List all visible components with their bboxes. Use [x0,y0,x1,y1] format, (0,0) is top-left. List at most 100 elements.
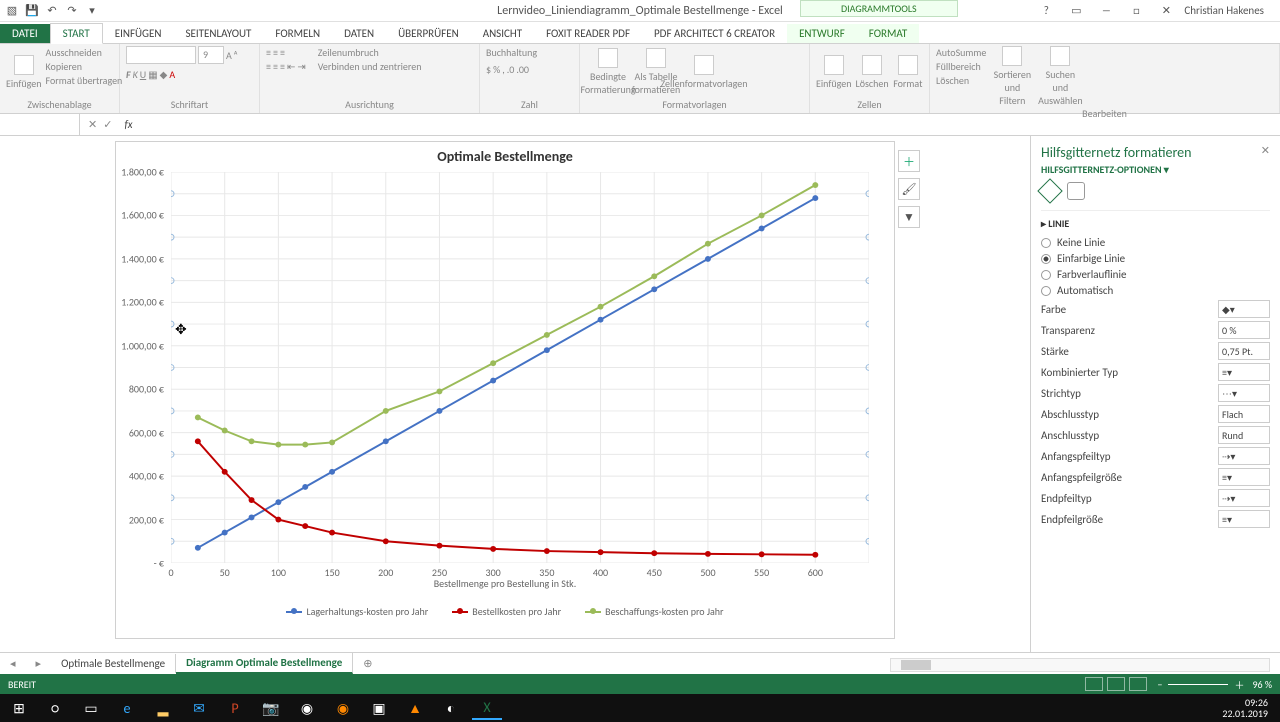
begin-arrow-select[interactable]: ⇢▾ [1218,447,1270,465]
align-bot-icon[interactable]: ≡ [280,46,285,59]
excel-task-icon[interactable]: X [472,696,502,720]
worksheet-area[interactable]: Optimale Bestellmenge ＋ 🖌 ▼ - €200,00 €4… [0,136,1030,652]
maximize-icon[interactable]: □ [1124,4,1148,17]
start-button[interactable]: ⊞ [4,696,34,720]
sheet-tab-2[interactable]: Diagramm Optimale Bestellmenge [176,653,353,674]
radio-farbverlauflinie[interactable]: Farbverlauflinie [1041,268,1270,281]
tab-start[interactable]: START [50,23,103,44]
chart-styles-button[interactable]: 🖌 [898,178,920,200]
indent-inc-icon[interactable]: ⇥ [297,60,305,73]
undo-icon[interactable]: ↶ [44,3,60,19]
sheet-nav-prev[interactable]: ◂ [0,657,26,670]
clock-date[interactable]: 22.01.2019 [1222,708,1268,719]
align-left-icon[interactable]: ≡ [266,60,271,73]
sheet-nav-next[interactable]: ▸ [26,657,52,670]
tab-pagelayout[interactable]: SEITENLAYOUT [173,24,263,43]
percent-icon[interactable]: % [493,63,500,76]
autosum-button[interactable]: AutoSumme [936,46,986,59]
chart-elements-button[interactable]: ＋ [898,150,920,172]
pane-close-icon[interactable]: ✕ [1261,144,1270,157]
new-sheet-button[interactable]: ⊕ [353,657,382,670]
tab-review[interactable]: ÜBERPRÜFEN [386,24,471,43]
vlc-icon[interactable]: ▲ [400,696,430,720]
obs-icon[interactable]: ◐ [436,696,466,720]
paste-button[interactable]: Einfügen [6,46,42,98]
name-box[interactable] [0,114,80,135]
fill-line-tab-icon[interactable] [1037,178,1062,203]
delete-cells-button[interactable]: Löschen [856,46,889,98]
dash-select[interactable]: ⋯▾ [1218,384,1270,402]
transparency-input[interactable]: 0 % [1218,321,1270,339]
shrink-font-icon[interactable]: ᴬ [234,49,238,62]
width-input[interactable]: 0,75 Pt. [1218,342,1270,360]
compound-select[interactable]: ≡▾ [1218,363,1270,381]
view-break-icon[interactable] [1129,677,1147,691]
radio-automatisch[interactable]: Automatisch [1041,284,1270,297]
bold-button[interactable]: F [126,68,131,81]
radio-einfarbige-linie[interactable]: Einfarbige Linie [1041,252,1270,265]
format-cells-button[interactable]: Format [893,46,923,98]
number-format-select[interactable]: Buchhaltung [486,46,574,59]
cap-select[interactable]: Flach [1218,405,1270,423]
close-icon[interactable]: ✕ [1154,4,1178,17]
italic-button[interactable]: K [133,68,138,81]
ribbon-collapse-icon[interactable]: ▭ [1064,4,1088,17]
view-layout-icon[interactable] [1107,677,1125,691]
tab-data[interactable]: DATEN [332,24,386,43]
inc-dec-icon[interactable]: .0 [507,63,515,76]
redo-icon[interactable]: ↷ [64,3,80,19]
effects-tab-icon[interactable] [1067,182,1085,200]
begin-arrow-size[interactable]: ≡▾ [1218,468,1270,486]
chart-filter-button[interactable]: ▼ [898,206,920,228]
chrome-icon[interactable]: ◉ [292,696,322,720]
taskview-icon[interactable]: ▭ [76,696,106,720]
end-arrow-select[interactable]: ⇢▾ [1218,489,1270,507]
explorer-icon[interactable]: ▂ [148,696,178,720]
chart-title[interactable]: Optimale Bestellmenge [116,142,894,171]
save-icon[interactable]: 💾 [24,3,40,19]
zoom-slider[interactable] [1168,684,1228,685]
tab-formulas[interactable]: FORMELN [263,24,332,43]
currency-icon[interactable]: $ [486,63,491,76]
tab-foxit[interactable]: FOXIT READER PDF [534,24,642,43]
qat-more-icon[interactable]: ▾ [84,3,100,19]
comma-icon[interactable]: , [502,63,505,76]
zoom-out-icon[interactable]: − [1157,678,1162,691]
fill-color-button[interactable]: ◆ [160,68,168,81]
legend-item[interactable]: Bestellkosten pro Jahr [452,605,561,618]
powerpoint-icon[interactable]: P [220,696,250,720]
insert-cells-button[interactable]: Einfügen [816,46,852,98]
align-top-icon[interactable]: ≡ [266,46,271,59]
clear-button[interactable]: Löschen [936,74,986,87]
tab-format[interactable]: FORMAT [857,24,919,43]
font-color-button[interactable]: A [169,68,175,81]
tab-design[interactable]: ENTWURF [787,24,857,43]
underline-button[interactable]: U [140,68,146,81]
minimize-icon[interactable]: ― [1094,4,1118,17]
tab-insert[interactable]: EINFÜGEN [103,24,174,43]
legend-item[interactable]: Beschaffungs-kosten pro Jahr [585,605,723,618]
join-select[interactable]: Rund [1218,426,1270,444]
sort-filter-button[interactable]: Sortieren und Filtern [990,46,1034,107]
zoom-in-icon[interactable]: ＋ [1234,677,1244,692]
user-name[interactable]: Christian Hakenes [1184,4,1264,17]
format-table-button[interactable]: Als Tabelle formatieren [634,46,678,98]
font-size-select[interactable]: 9 [198,46,224,64]
indent-dec-icon[interactable]: ⇤ [287,60,295,73]
fill-button[interactable]: Füllbereich [936,60,986,73]
align-mid-icon[interactable]: ≡ [273,46,278,59]
radio-keine-linie[interactable]: Keine Linie [1041,236,1270,249]
chart-object[interactable]: Optimale Bestellmenge ＋ 🖌 ▼ - €200,00 €4… [115,141,895,639]
zoom-level[interactable]: 96 % [1252,678,1272,691]
accept-formula-icon[interactable]: ✓ [103,118,112,131]
firefox-icon[interactable]: ◉ [328,696,358,720]
font-family-select[interactable] [126,46,196,64]
app-icon[interactable]: ▣ [364,696,394,720]
find-select-button[interactable]: Suchen und Auswählen [1038,46,1082,107]
outlook-icon[interactable]: ✉ [184,696,214,720]
sheet-tab-1[interactable]: Optimale Bestellmenge [51,654,176,673]
cut-button[interactable]: Ausschneiden [46,46,123,59]
cancel-formula-icon[interactable]: ✕ [88,118,97,131]
copy-button[interactable]: Kopieren [46,60,123,73]
grow-font-icon[interactable]: A [226,49,232,62]
